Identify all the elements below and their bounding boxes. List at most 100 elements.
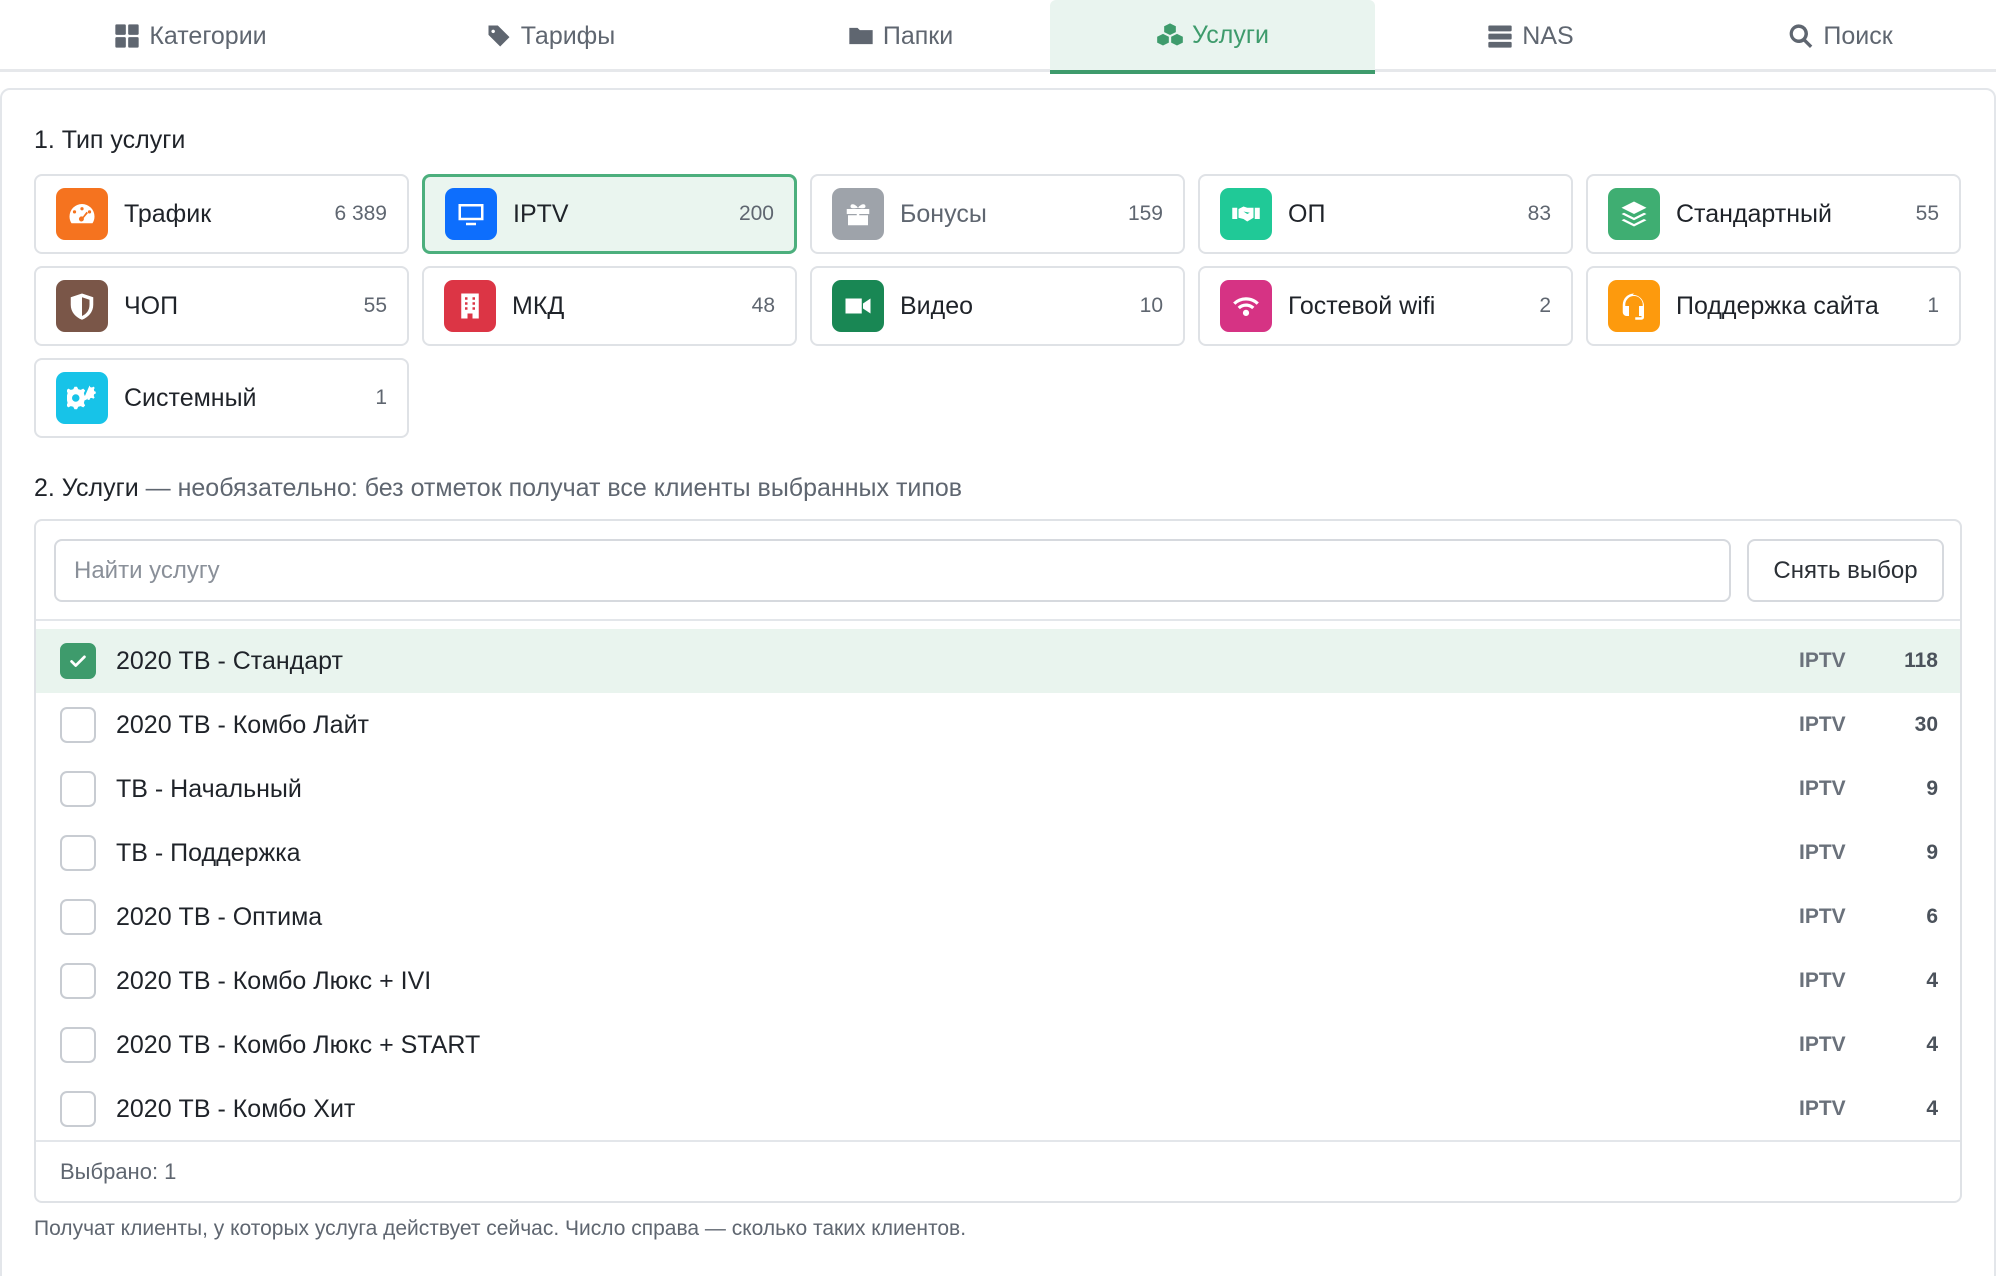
clear-selection-button[interactable]: Снять выбор <box>1747 539 1944 602</box>
folder-icon <box>849 27 873 45</box>
wifi-icon <box>1220 280 1272 332</box>
type-name: ОП <box>1288 199 1326 228</box>
service-count: 4 <box>1926 1097 1938 1120</box>
type-count: 159 <box>1127 202 1163 225</box>
service-name: 2020 ТВ - Оптима <box>116 902 323 931</box>
service-row[interactable]: ТВ - Поддержка IPTV 9 <box>36 821 1960 885</box>
divider <box>36 619 1960 621</box>
tab-tariffs[interactable]: Тарифы <box>430 0 670 72</box>
type-name: Гостевой wifi <box>1288 291 1436 320</box>
type-count: 6 389 <box>334 202 387 225</box>
server-icon <box>1488 25 1512 48</box>
check-icon <box>70 655 86 667</box>
shield-icon <box>56 280 108 332</box>
service-name: ТВ - Поддержка <box>116 838 301 867</box>
type-name: МКД <box>512 291 565 320</box>
service-row[interactable]: 2020 ТВ - Комбо Люкс + START IPTV 4 <box>36 1013 1960 1077</box>
type-card-video[interactable]: Видео 10 <box>810 266 1185 346</box>
service-count: 6 <box>1926 905 1938 928</box>
tab-label: Тарифы <box>520 21 616 50</box>
service-type: IPTV <box>1799 1033 1846 1056</box>
tab-label: Услуги <box>1192 20 1269 49</box>
tab-folders[interactable]: Папки <box>780 0 1020 72</box>
grid-icon <box>115 24 140 48</box>
service-row[interactable]: 2020 ТВ - Оптима IPTV 6 <box>36 885 1960 949</box>
type-name: Трафик <box>124 199 212 228</box>
service-count: 9 <box>1926 841 1938 864</box>
type-count: 10 <box>1139 294 1163 317</box>
tab-label: Папки <box>882 21 954 50</box>
type-name: Стандартный <box>1676 199 1832 228</box>
service-search-input[interactable] <box>54 539 1731 602</box>
service-count: 9 <box>1926 777 1938 800</box>
type-count: 55 <box>1915 202 1939 225</box>
type-count: 2 <box>1539 294 1551 317</box>
service-type: IPTV <box>1799 905 1846 928</box>
service-checkbox[interactable] <box>60 1027 96 1063</box>
tab-label: NAS <box>1522 21 1574 50</box>
service-type: IPTV <box>1799 649 1846 672</box>
headset-icon <box>1608 280 1660 332</box>
type-card-guest-wifi[interactable]: Гостевой wifi 2 <box>1198 266 1573 346</box>
selected-count: Выбрано: 1 <box>60 1159 177 1184</box>
type-card-op[interactable]: ОП 83 <box>1198 174 1573 254</box>
search-icon <box>1789 24 1813 49</box>
service-type: IPTV <box>1799 777 1846 800</box>
service-checkbox[interactable] <box>60 707 96 743</box>
tab-label: Поиск <box>1823 21 1893 50</box>
service-checkbox[interactable] <box>60 643 96 679</box>
tab-label: Категории <box>149 21 267 50</box>
tab-services[interactable]: Услуги <box>1050 0 1375 74</box>
service-type: IPTV <box>1799 1097 1846 1120</box>
type-card-system[interactable]: Системный 1 <box>34 358 409 438</box>
type-name: Видео <box>900 291 974 320</box>
service-row[interactable]: 2020 ТВ - Стандарт IPTV 118 <box>36 629 1960 693</box>
tab-categories[interactable]: Категории <box>70 0 310 72</box>
handshake-icon <box>1220 188 1272 240</box>
service-count: 118 <box>1904 649 1938 672</box>
tags-icon <box>487 25 510 47</box>
divider <box>36 1140 1960 1142</box>
section-services-label: 2. Услуги <box>34 474 139 502</box>
service-name: ТВ - Начальный <box>116 774 302 803</box>
service-row[interactable]: 2020 ТВ - Комбо Хит IPTV 4 <box>36 1077 1960 1141</box>
type-card-traffic[interactable]: Трафик 6 389 <box>34 174 409 254</box>
section-services-note: — необязательно: без отметок получат все… <box>138 474 963 502</box>
type-card-standard[interactable]: Стандартный 55 <box>1586 174 1961 254</box>
service-checkbox[interactable] <box>60 899 96 935</box>
monitor-icon <box>445 188 497 240</box>
type-count: 200 <box>738 202 774 225</box>
top-tabs: Категории Тарифы Папки Услуги NAS Поиск <box>0 0 1996 74</box>
type-name: Поддержка сайта <box>1676 291 1879 320</box>
tab-nas[interactable]: NAS <box>1430 0 1630 72</box>
type-name: Бонусы <box>900 199 987 228</box>
type-count: 1 <box>1927 294 1939 317</box>
type-card-site-support[interactable]: Поддержка сайта 1 <box>1586 266 1961 346</box>
service-row[interactable]: ТВ - Начальный IPTV 9 <box>36 757 1960 821</box>
service-count: 4 <box>1926 969 1938 992</box>
type-card-mkd[interactable]: МКД 48 <box>422 266 797 346</box>
type-card-chop[interactable]: ЧОП 55 <box>34 266 409 346</box>
service-checkbox[interactable] <box>60 963 96 999</box>
video-icon <box>832 280 884 332</box>
service-row[interactable]: 2020 ТВ - Комбо Лайт IPTV 30 <box>36 693 1960 757</box>
type-card-bonuses[interactable]: Бонусы 159 <box>810 174 1185 254</box>
type-card-iptv[interactable]: IPTV 200 <box>422 174 797 254</box>
service-checkbox[interactable] <box>60 835 96 871</box>
speedometer-icon <box>56 188 108 240</box>
service-name: 2020 ТВ - Комбо Люкс + IVI <box>116 966 432 995</box>
service-type: IPTV <box>1799 841 1846 864</box>
type-count: 1 <box>375 386 387 409</box>
service-checkbox[interactable] <box>60 771 96 807</box>
service-type: IPTV <box>1799 713 1846 736</box>
service-type: IPTV <box>1799 969 1846 992</box>
type-count: 83 <box>1527 202 1551 225</box>
service-row[interactable]: 2020 ТВ - Комбо Люкс + IVI IPTV 4 <box>36 949 1960 1013</box>
section-type-title: 1. Тип услуги <box>34 126 186 154</box>
service-name: 2020 ТВ - Стандарт <box>116 646 343 675</box>
help-text: Получат клиенты, у которых услуга действ… <box>34 1217 967 1240</box>
building-icon <box>444 280 496 332</box>
service-checkbox[interactable] <box>60 1091 96 1127</box>
tab-search[interactable]: Поиск <box>1740 0 1940 72</box>
section-services-title: 2. Услуги — необязательно: без отметок п… <box>34 474 962 503</box>
